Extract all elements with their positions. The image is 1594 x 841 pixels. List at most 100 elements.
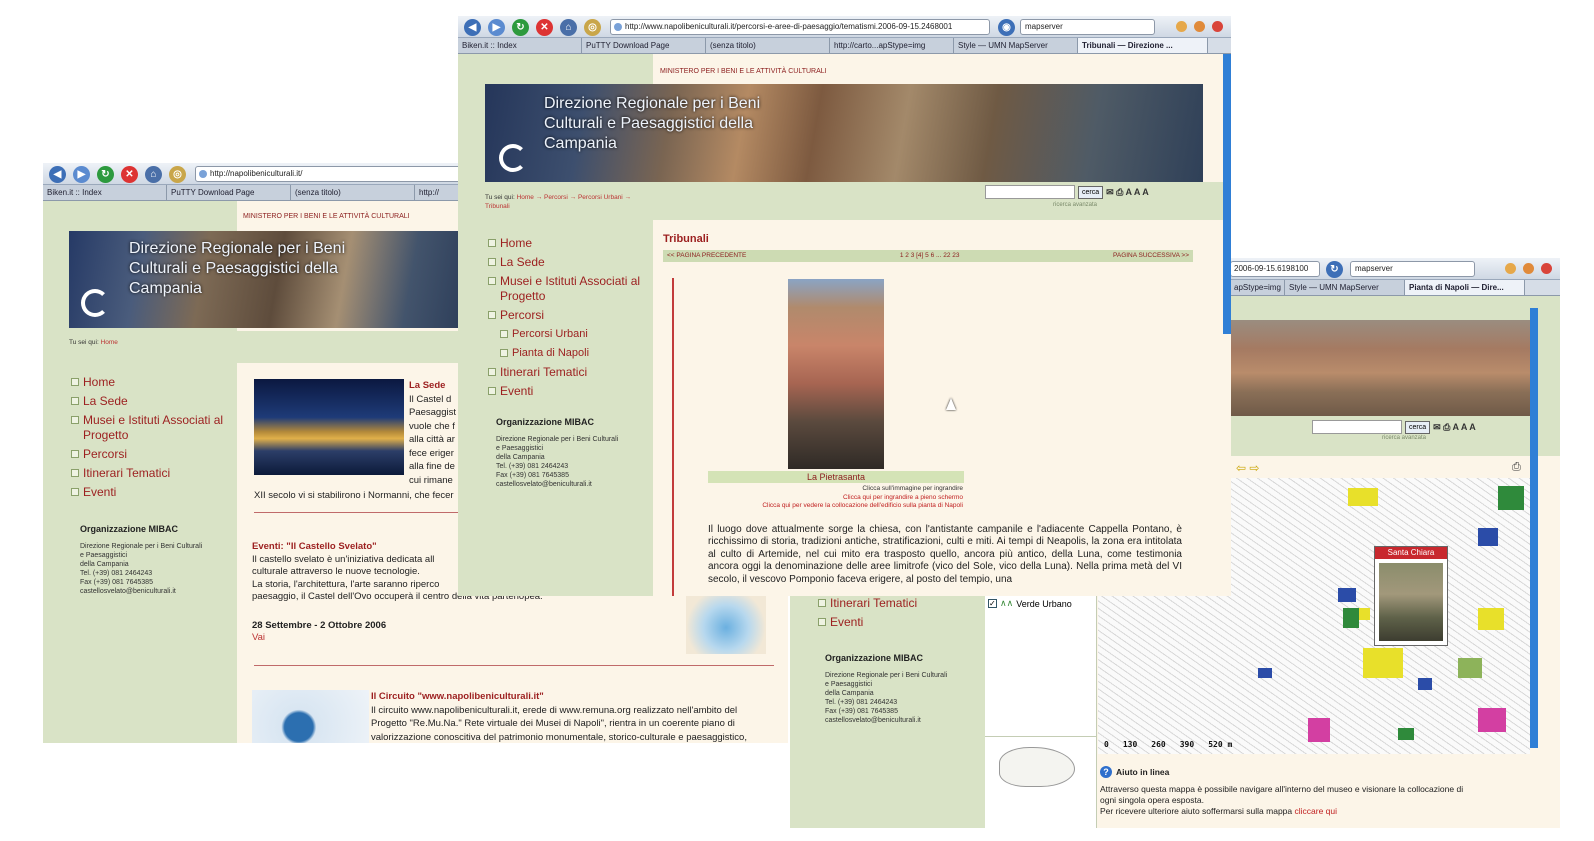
tab-putty[interactable]: PuTTY Download Page xyxy=(582,38,706,53)
tab-putty[interactable]: PuTTY Download Page xyxy=(167,185,291,200)
org-email[interactable]: castellosvelato@beniculturali.it xyxy=(80,587,230,596)
window-min-icon[interactable] xyxy=(1176,21,1187,32)
pietrasanta-photo[interactable] xyxy=(788,279,884,469)
nav-percorsi[interactable]: Percorsi xyxy=(488,308,648,323)
org-email[interactable]: castellosvelato@beniculturali.it xyxy=(496,480,646,489)
nav-home[interactable]: Home xyxy=(488,236,648,251)
scrollbar[interactable] xyxy=(1223,54,1231,334)
stop-icon[interactable]: ✕ xyxy=(121,166,138,183)
nav-percorsi-urbani[interactable]: Percorsi Urbani xyxy=(500,327,648,342)
search-button[interactable]: cerca xyxy=(1078,185,1104,199)
overview-map[interactable] xyxy=(985,736,1097,828)
circuit-title[interactable]: Il Circuito "www.napolibeniculturali.it" xyxy=(371,690,771,704)
org-info: Organizzazione MIBAC Direzione Regionale… xyxy=(80,525,230,596)
nav-home[interactable]: Home xyxy=(71,375,231,390)
search-engine-icon[interactable]: ◉ xyxy=(998,19,1015,36)
map-popup[interactable]: Santa Chiara xyxy=(1374,546,1448,646)
nav-itinerari[interactable]: Itinerari Tematici xyxy=(818,596,978,611)
reload-icon[interactable]: ↻ xyxy=(1326,261,1343,278)
nav-itinerari[interactable]: Itinerari Tematici xyxy=(488,365,648,380)
search-engine-box[interactable]: mapserver xyxy=(1020,19,1155,35)
stop-icon[interactable]: ✕ xyxy=(536,19,553,36)
scrollbar[interactable] xyxy=(1530,308,1538,748)
map-area[interactable] xyxy=(1363,648,1403,678)
map-area[interactable] xyxy=(1478,608,1504,630)
vai-link[interactable]: Vai xyxy=(252,632,672,645)
window-max-icon[interactable] xyxy=(1194,21,1205,32)
map-area[interactable] xyxy=(1478,708,1506,732)
back-icon[interactable]: ◀ xyxy=(49,166,66,183)
map-area[interactable] xyxy=(1343,608,1359,628)
fullscreen-link[interactable]: Clicca qui per ingrandire a pieno scherm… xyxy=(678,494,963,503)
window-max-icon[interactable] xyxy=(1523,263,1534,274)
map-area[interactable] xyxy=(1478,528,1498,546)
tab-carto[interactable]: apStype=img xyxy=(1230,280,1285,295)
breadcrumb-prefix: Tu sei qui: xyxy=(485,194,515,201)
nav-musei[interactable]: Musei e Istituti Associati al Progetto xyxy=(488,274,648,304)
nav-itinerari[interactable]: Itinerari Tematici xyxy=(71,466,231,481)
nav-musei[interactable]: Musei e Istituti Associati al Progetto xyxy=(71,413,231,443)
text-size-icons[interactable]: ✉ ⎙ A A A xyxy=(1106,187,1149,198)
nav-eventi[interactable]: Eventi xyxy=(71,485,231,500)
advanced-search-link[interactable]: ricerca avanzata xyxy=(1382,435,1426,441)
tab-style[interactable]: Style — UMN MapServer xyxy=(954,38,1078,53)
nav-pianta-napoli[interactable]: Pianta di Napoli xyxy=(500,346,648,361)
nav-percorsi[interactable]: Percorsi xyxy=(71,447,231,462)
forward-icon[interactable]: ▶ xyxy=(488,19,505,36)
back-icon[interactable]: ◀ xyxy=(464,19,481,36)
url-input[interactable]: http://www.napolibeniculturali.it/percor… xyxy=(610,19,990,35)
map-area[interactable] xyxy=(1498,486,1524,510)
map-pan-arrows[interactable]: ⇦ ⇨ xyxy=(1236,461,1259,475)
forward-icon[interactable]: ▶ xyxy=(73,166,90,183)
nav-sede[interactable]: La Sede xyxy=(488,255,648,270)
tab-tribunali[interactable]: Tribunali — Direzione ... xyxy=(1078,38,1208,53)
map-area[interactable] xyxy=(1418,678,1432,690)
reload-icon[interactable]: ↻ xyxy=(97,166,114,183)
org-email[interactable]: castellosvelato@beniculturali.it xyxy=(825,716,980,725)
tab-pianta[interactable]: Pianta di Napoli — Dire... xyxy=(1405,280,1525,295)
advanced-search-link[interactable]: ricerca avanzata xyxy=(1053,202,1097,208)
text-size-icons[interactable]: ✉ ⎙ A A A xyxy=(1433,422,1476,433)
castel-photo[interactable] xyxy=(254,379,404,475)
tab-untitled[interactable]: (senza titolo) xyxy=(706,38,830,53)
nav-eventi[interactable]: Eventi xyxy=(488,384,648,399)
history-icon[interactable]: ◎ xyxy=(584,19,601,36)
event-thumbnail[interactable] xyxy=(686,588,766,654)
history-icon[interactable]: ◎ xyxy=(169,166,186,183)
nav-sede[interactable]: La Sede xyxy=(71,394,231,409)
search-input[interactable] xyxy=(1312,420,1402,434)
window-min-icon[interactable] xyxy=(1505,263,1516,274)
search-button[interactable]: cerca xyxy=(1405,420,1431,434)
map-area[interactable] xyxy=(1458,658,1482,678)
next-page-link[interactable]: PAGINA SUCCESSIVA >> xyxy=(1113,250,1189,262)
tab-biken[interactable]: Biken.it :: Index xyxy=(458,38,582,53)
sede-title[interactable]: La Sede xyxy=(409,379,459,393)
tab-untitled[interactable]: (senza titolo) xyxy=(291,185,415,200)
map-area[interactable] xyxy=(1258,668,1272,678)
window-close-icon[interactable] xyxy=(1541,263,1552,274)
layer-verde[interactable]: ✓ ∧∧ Verde Urbano xyxy=(988,598,1096,609)
tab-carto[interactable]: http://carto...apStype=img xyxy=(830,38,954,53)
tab-biken[interactable]: Biken.it :: Index xyxy=(43,185,167,200)
checkbox-icon[interactable]: ✓ xyxy=(988,599,997,608)
map-area[interactable] xyxy=(1348,488,1378,506)
search-engine-box[interactable]: mapserver xyxy=(1350,261,1475,277)
map-area[interactable] xyxy=(1398,728,1414,740)
map-area[interactable] xyxy=(1338,588,1356,602)
page-numbers[interactable]: 1 2 3 [4] 5 6 ... 22 23 xyxy=(900,250,960,262)
nav-eventi[interactable]: Eventi xyxy=(818,615,978,630)
circuit-logo[interactable] xyxy=(252,690,369,743)
prev-page-link[interactable]: << PAGINA PRECEDENTE xyxy=(667,250,746,262)
window-close-icon[interactable] xyxy=(1212,21,1223,32)
search-input[interactable] xyxy=(985,185,1075,199)
tab-style[interactable]: Style — UMN MapServer xyxy=(1285,280,1405,295)
home-icon[interactable]: ⌂ xyxy=(560,19,577,36)
home-icon[interactable]: ⌂ xyxy=(145,166,162,183)
help-link[interactable]: cliccare qui xyxy=(1295,806,1338,816)
url-input[interactable]: 2006-09-15.6198100 xyxy=(1230,261,1320,277)
print-icon[interactable]: ⎙ xyxy=(1512,461,1521,474)
breadcrumb-home[interactable]: Home xyxy=(101,339,118,346)
map-location-link[interactable]: Clicca qui per vedere la collocazione de… xyxy=(678,502,963,511)
reload-icon[interactable]: ↻ xyxy=(512,19,529,36)
map-area[interactable] xyxy=(1308,718,1330,742)
